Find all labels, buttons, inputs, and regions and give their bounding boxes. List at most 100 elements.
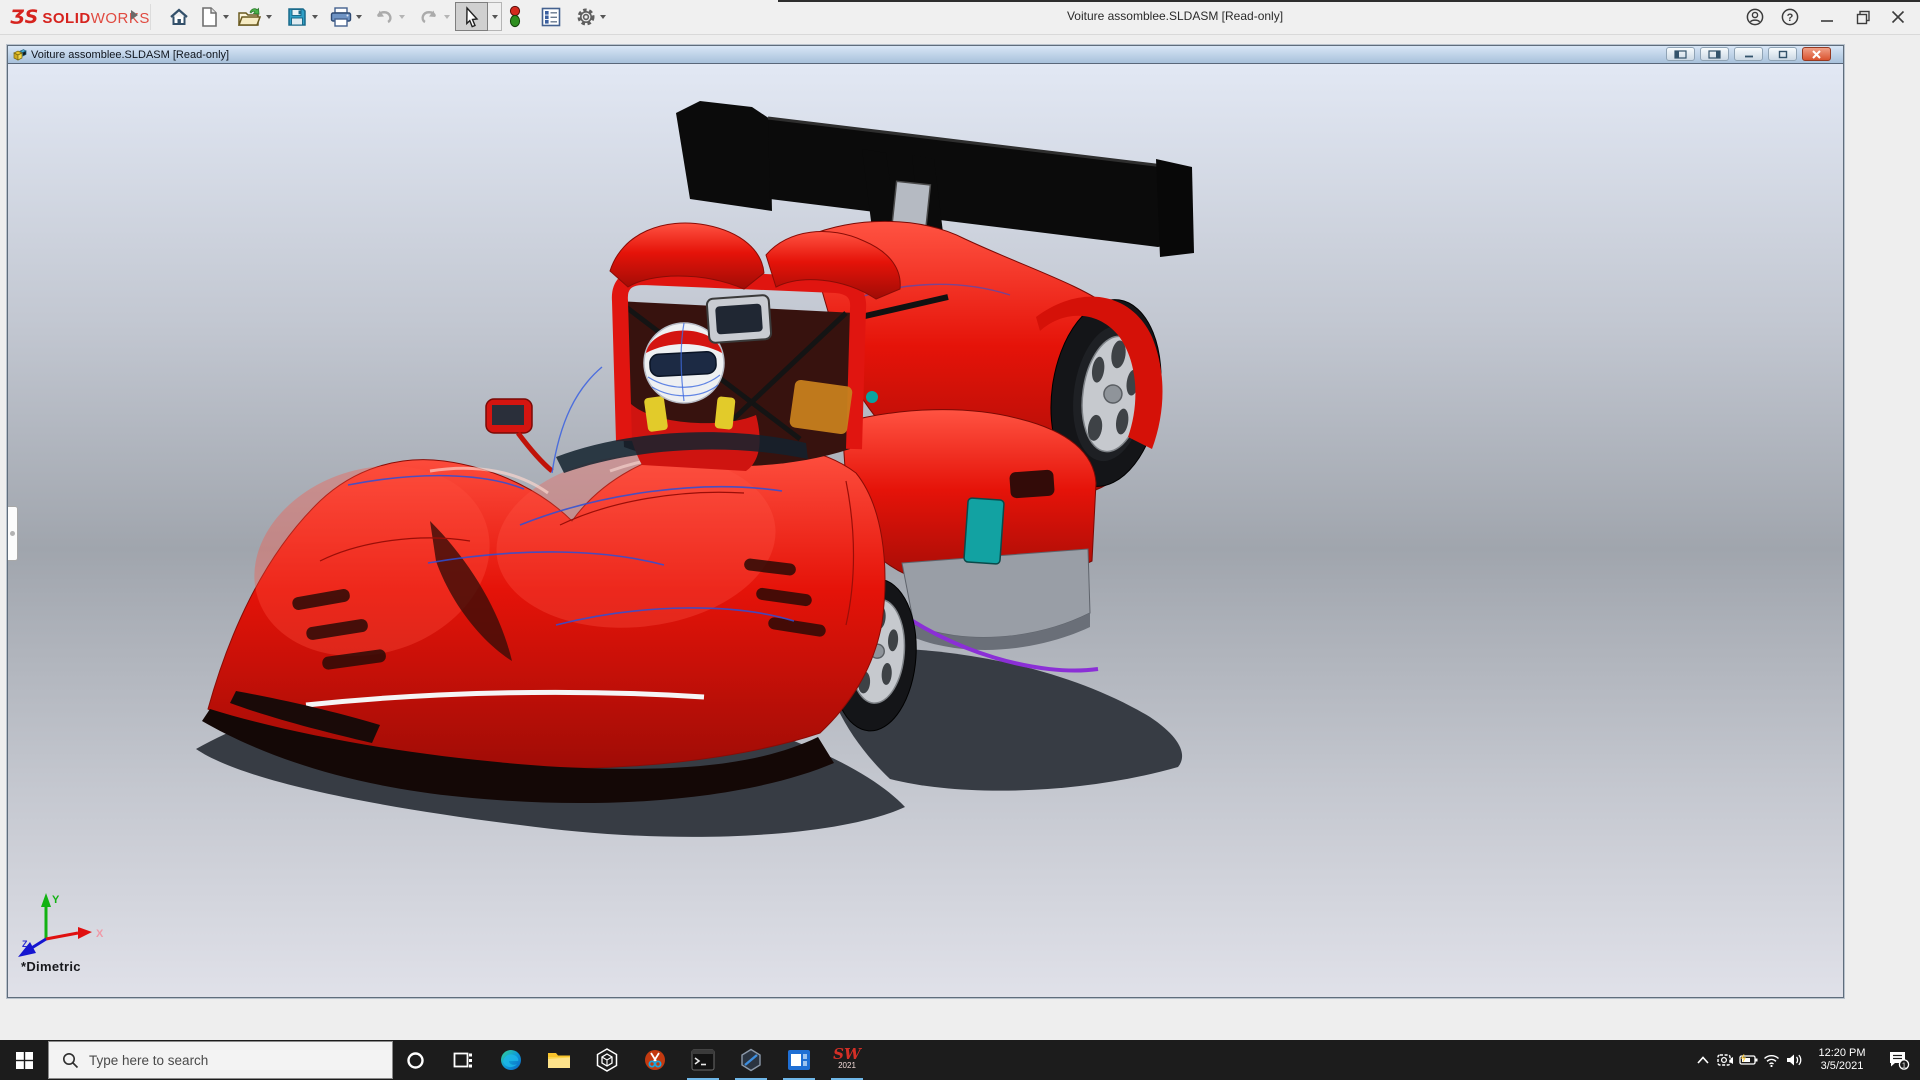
file-explorer-icon <box>547 1050 571 1070</box>
action-center-button[interactable]: 1 <box>1878 1040 1920 1080</box>
svg-text:Z: Z <box>22 939 28 949</box>
snip-sketch-button[interactable] <box>631 1040 679 1080</box>
help-button[interactable]: ? <box>1776 4 1804 30</box>
doc-close-icon <box>1811 50 1822 59</box>
options-button[interactable] <box>573 4 599 30</box>
view-orientation-label: *Dimetric <box>21 959 81 974</box>
notification-bubble-icon: 1 <box>1888 1050 1910 1070</box>
document-window: Voiture assomblee.SLDASM [Read-only] <box>7 45 1844 998</box>
account-icon <box>1746 8 1764 26</box>
start-button[interactable] <box>0 1040 48 1080</box>
select-tool-dropdown[interactable] <box>488 2 502 31</box>
tray-meet-now-button[interactable] <box>1714 1040 1737 1080</box>
new-document-dropdown[interactable] <box>223 15 229 19</box>
windows-logo-icon <box>16 1052 33 1069</box>
hexagon-app-icon <box>739 1048 763 1072</box>
collapsed-panel-tab[interactable] <box>8 506 18 561</box>
task-view-icon <box>453 1051 473 1069</box>
doc-minimize-button[interactable] <box>1734 47 1763 61</box>
taskbar-search-input[interactable]: Type here to search <box>48 1041 393 1079</box>
undo-dropdown[interactable] <box>399 15 405 19</box>
doc-restore-button[interactable] <box>1768 47 1797 61</box>
chevron-up-icon <box>1697 1056 1709 1064</box>
edge-button[interactable] <box>487 1040 535 1080</box>
account-button[interactable] <box>1741 4 1769 30</box>
clock-time: 12:20 PM <box>1810 1047 1874 1060</box>
print-dropdown[interactable] <box>356 15 362 19</box>
menu-expand-arrow-icon[interactable] <box>131 10 138 20</box>
minimize-icon <box>1820 10 1834 24</box>
cortana-button[interactable] <box>391 1040 439 1080</box>
pane-left-button[interactable] <box>1666 47 1695 61</box>
application-titlebar: ƷS SOLIDWORKS <box>0 0 1920 35</box>
media-app-button[interactable] <box>775 1040 823 1080</box>
close-icon <box>1891 10 1905 24</box>
select-arrow-icon <box>462 6 482 28</box>
save-floppy-icon <box>286 6 308 28</box>
help-icon: ? <box>1781 8 1799 26</box>
pane-right-button[interactable] <box>1700 47 1729 61</box>
print-icon <box>329 6 353 28</box>
solidworks-app-icon: SW <box>833 1049 861 1060</box>
stoplight-icon <box>507 5 523 29</box>
3d-model-race-car[interactable]: Y X Z <box>8 64 1843 997</box>
graphics-viewport[interactable]: Y X Z *Dimetric <box>8 64 1843 997</box>
close-button[interactable] <box>1884 4 1912 30</box>
solidworks-logo: ƷS SOLIDWORKS <box>10 6 150 28</box>
mdi-workspace: Voiture assomblee.SLDASM [Read-only] <box>0 35 1920 1040</box>
task-view-button[interactable] <box>439 1040 487 1080</box>
restore-button[interactable] <box>1849 4 1877 30</box>
svg-text:X: X <box>96 928 104 940</box>
assembly-document-icon <box>12 48 27 62</box>
cortana-icon <box>406 1051 425 1070</box>
doc-minimize-icon <box>1743 50 1755 59</box>
save-dropdown[interactable] <box>312 15 318 19</box>
taskbar: Type here to search <box>0 1040 1920 1080</box>
new-document-icon <box>199 6 219 28</box>
file-explorer-button[interactable] <box>535 1040 583 1080</box>
doc-restore-icon <box>1777 50 1789 59</box>
document-titlebar[interactable]: Voiture assomblee.SLDASM [Read-only] <box>8 46 1843 64</box>
new-document-button[interactable] <box>196 4 222 30</box>
clock-date: 3/5/2021 <box>1810 1060 1874 1073</box>
save-button[interactable] <box>284 4 310 30</box>
3d-viewer-button[interactable] <box>583 1040 631 1080</box>
tray-chevron-up-button[interactable] <box>1691 1040 1714 1080</box>
open-dropdown[interactable] <box>266 15 272 19</box>
svg-text:?: ? <box>1787 12 1794 24</box>
tray-network-button[interactable] <box>1760 1040 1783 1080</box>
hex-app-button[interactable] <box>727 1040 775 1080</box>
display-settings-button[interactable] <box>538 4 564 30</box>
undo-icon <box>372 7 396 27</box>
gear-icon <box>575 6 597 28</box>
redo-dropdown[interactable] <box>444 15 450 19</box>
print-button[interactable] <box>328 4 354 30</box>
redo-icon <box>417 7 441 27</box>
pane-left-icon <box>1674 50 1687 59</box>
search-placeholder: Type here to search <box>89 1053 208 1068</box>
home-icon <box>168 6 190 28</box>
3d-viewer-icon <box>595 1048 619 1072</box>
tray-volume-button[interactable] <box>1783 1040 1806 1080</box>
options-dropdown[interactable] <box>600 15 606 19</box>
pane-right-icon <box>1708 50 1721 59</box>
select-tool-button[interactable] <box>455 2 488 31</box>
undo-button[interactable] <box>371 4 397 30</box>
selection-stoplight-button[interactable] <box>502 4 528 30</box>
edge-icon <box>499 1048 523 1072</box>
wifi-icon <box>1763 1054 1780 1067</box>
solidworks-taskbar-button[interactable]: SW 2021 <box>823 1040 871 1080</box>
open-button[interactable] <box>236 4 262 30</box>
document-title: Voiture assomblee.SLDASM [Read-only] <box>31 49 229 61</box>
toolbar-separator <box>150 4 151 30</box>
minimize-button[interactable] <box>1813 4 1841 30</box>
battery-icon <box>1739 1054 1758 1066</box>
app-window-title: Voiture assomblee.SLDASM [Read-only] <box>900 9 1450 23</box>
home-button[interactable] <box>166 4 192 30</box>
command-prompt-button[interactable] <box>679 1040 727 1080</box>
taskbar-clock[interactable]: 12:20 PM 3/5/2021 <box>1810 1047 1874 1073</box>
tray-battery-button[interactable] <box>1737 1040 1760 1080</box>
svg-text:1: 1 <box>1902 1061 1906 1070</box>
redo-button[interactable] <box>416 4 442 30</box>
doc-close-button[interactable] <box>1802 47 1831 61</box>
